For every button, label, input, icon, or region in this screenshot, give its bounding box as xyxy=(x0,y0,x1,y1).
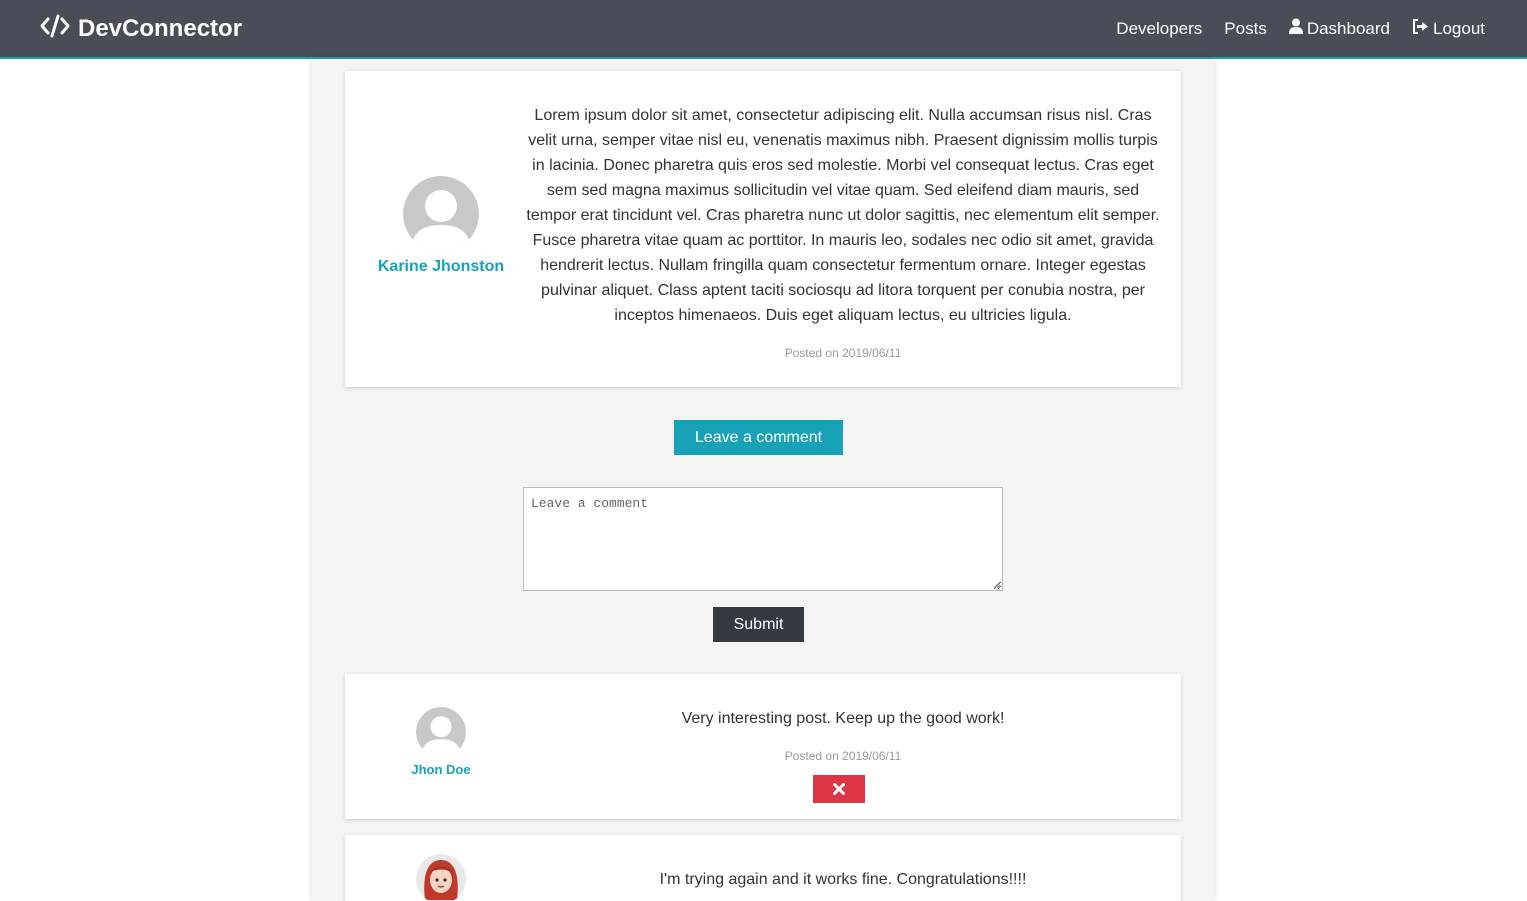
comment-text: Very interesting post. Keep up the good … xyxy=(681,710,1005,727)
nav-posts-link[interactable]: Posts xyxy=(1224,19,1267,39)
post-author: Karine Jhonston xyxy=(345,176,537,276)
comment-card: Jhon Doe Very interesting post. Keep up … xyxy=(345,674,1181,819)
close-icon xyxy=(833,783,845,795)
nav-dashboard-link[interactable]: Dashboard xyxy=(1288,18,1390,39)
red-hair-avatar-icon[interactable] xyxy=(416,854,466,901)
leave-comment-button[interactable]: Leave a comment xyxy=(674,420,843,455)
comment-textarea[interactable] xyxy=(523,487,1003,591)
main-container: Karine Jhonston Lorem ipsum dolor sit am… xyxy=(312,59,1214,901)
brand-link[interactable]: DevConnector xyxy=(40,14,242,44)
comment-text: I'm trying again and it works fine. Cong… xyxy=(659,871,1027,888)
post-date: Posted on 2019/06/11 xyxy=(784,346,902,360)
post-card: Karine Jhonston Lorem ipsum dolor sit am… xyxy=(345,71,1181,387)
default-avatar-icon[interactable] xyxy=(416,707,466,757)
code-icon xyxy=(40,14,70,45)
nav-logout-label: Logout xyxy=(1433,18,1485,38)
post-text: Lorem ipsum dolor sit amet, consectetur … xyxy=(526,107,1160,324)
sign-out-icon xyxy=(1412,18,1429,39)
nav-dashboard-label: Dashboard xyxy=(1306,18,1390,38)
submit-button[interactable]: Submit xyxy=(713,607,804,642)
nav-developers-link[interactable]: Developers xyxy=(1116,19,1202,39)
default-avatar-icon[interactable] xyxy=(403,176,479,252)
brand-text: DevConnector xyxy=(78,15,243,42)
nav-developers-label: Developers xyxy=(1116,18,1203,38)
post-author-name[interactable]: Karine Jhonston xyxy=(345,258,537,276)
comment-date: Posted on 2019/06/11 xyxy=(784,749,902,763)
comment-author: Jhon Doe xyxy=(345,707,537,777)
comment-card: I'm trying again and it works fine. Cong… xyxy=(345,835,1181,901)
nav-logout-link[interactable]: Logout xyxy=(1412,18,1485,39)
nav-links: Developers Posts Dashboard Logout xyxy=(1116,18,1485,39)
user-icon xyxy=(1288,18,1303,39)
comment-author xyxy=(345,854,537,901)
navbar: DevConnector Developers Posts Dashboard xyxy=(0,0,1527,59)
comment-author-name[interactable]: Jhon Doe xyxy=(345,762,537,777)
delete-comment-button[interactable] xyxy=(813,775,865,803)
nav-posts-label: Posts xyxy=(1224,18,1267,38)
